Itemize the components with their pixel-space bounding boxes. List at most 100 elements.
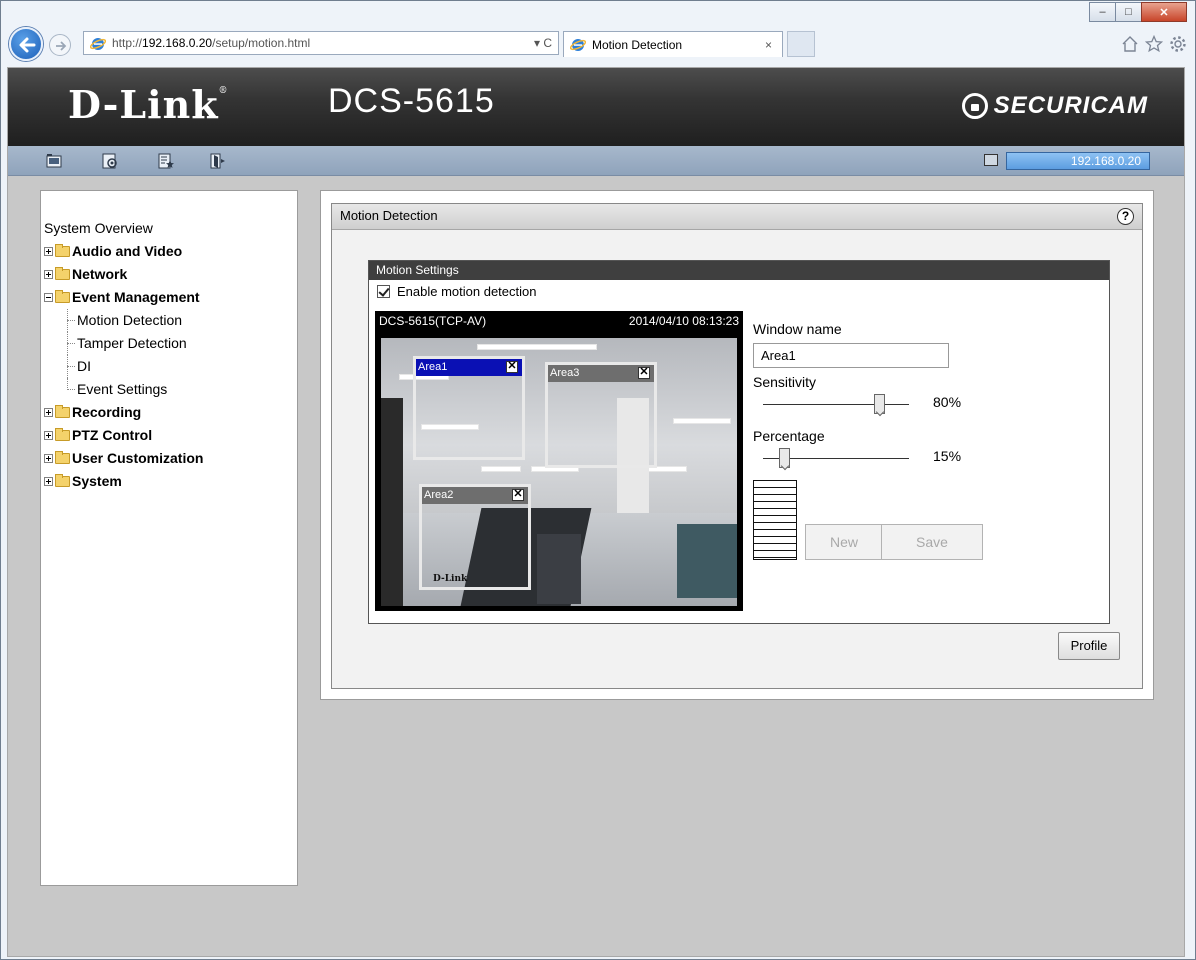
expand-icon[interactable] <box>44 247 53 256</box>
securicam-logo: SECURICAM <box>961 92 1148 120</box>
url-text: http://192.168.0.20/setup/motion.html <box>112 36 311 50</box>
sidebar-item-di[interactable]: DI <box>41 355 297 378</box>
window-name-label: Window name <box>753 321 842 337</box>
folder-icon <box>55 244 70 257</box>
folder-icon <box>55 474 70 487</box>
collapse-icon[interactable] <box>44 293 53 302</box>
sensitivity-label: Sensitivity <box>753 374 817 390</box>
camera-name-text: DCS-5615(TCP-AV) <box>379 314 487 328</box>
expand-icon[interactable] <box>44 270 53 279</box>
window-caption-buttons: – □ ✕ <box>1089 2 1187 22</box>
model-name: DCS-5615 <box>328 82 495 120</box>
ceiling-light <box>673 418 731 424</box>
window-name-input[interactable] <box>753 343 949 368</box>
percentage-value: 15% <box>933 448 962 464</box>
help-icon[interactable]: ? <box>1117 208 1134 225</box>
panel-title: Motion Detection ? <box>332 204 1142 230</box>
motion-area-3[interactable]: Area3 ✕ <box>545 362 657 468</box>
folder-icon <box>55 405 70 418</box>
content-area: Motion Detection ? Motion Settings Enabl… <box>320 190 1154 700</box>
new-tab-button[interactable] <box>787 31 815 57</box>
settings-icon[interactable] <box>1169 35 1187 53</box>
ie-favicon-icon <box>570 39 586 51</box>
video-timestamp: 2014/04/10 08:13:23 <box>628 314 739 328</box>
sidebar-item-recording[interactable]: Recording <box>41 401 297 424</box>
expand-icon[interactable] <box>44 454 53 463</box>
address-bar[interactable]: http://192.168.0.20/setup/motion.html ▾ … <box>83 31 559 55</box>
maximize-button[interactable]: □ <box>1115 2 1142 22</box>
area-close-icon[interactable]: ✕ <box>638 367 650 379</box>
enable-motion-label: Enable motion detection <box>397 284 537 299</box>
camera-ip-display: 192.168.0.20 <box>1006 152 1150 170</box>
enable-motion-detection[interactable]: Enable motion detection <box>377 284 536 299</box>
folder-icon <box>55 451 70 464</box>
sidebar-item-motion-detection[interactable]: Motion Detection <box>41 309 297 332</box>
sensitivity-slider[interactable]: 80% <box>753 390 1103 420</box>
camera-header: D-Link® DCS-5615 SECURICAM <box>8 68 1184 146</box>
setup-icon[interactable] <box>102 153 118 169</box>
expand-icon[interactable] <box>44 431 53 440</box>
percentage-slider-thumb[interactable] <box>779 448 791 468</box>
motion-level-meter <box>753 480 797 560</box>
forward-button[interactable] <box>49 34 71 56</box>
percentage-label: Percentage <box>753 428 825 444</box>
expand-icon[interactable] <box>44 477 53 486</box>
close-window-button[interactable]: ✕ <box>1141 2 1187 22</box>
back-arrow-icon <box>19 37 36 53</box>
motion-settings-title: Motion Settings <box>369 261 1109 280</box>
tab-title: Motion Detection <box>592 38 683 52</box>
sidebar-item-event-management[interactable]: Event Management <box>41 286 297 309</box>
partition <box>677 524 737 598</box>
dlink-logo: D-Link® <box>68 82 229 127</box>
tab-close-button[interactable]: × <box>765 32 772 58</box>
area-close-icon[interactable]: ✕ <box>512 489 524 501</box>
expand-icon[interactable] <box>44 408 53 417</box>
motion-settings-box: Motion Settings Enable motion detection … <box>368 260 1110 624</box>
folder-icon <box>55 267 70 280</box>
page-viewport: D-Link® DCS-5615 SECURICAM 192.168.0.20 … <box>7 67 1185 957</box>
address-controls[interactable]: ▾ C <box>534 32 552 54</box>
sensitivity-value: 80% <box>933 394 962 410</box>
folder-open-icon <box>55 290 70 303</box>
lock-icon <box>961 93 988 119</box>
maintenance-icon[interactable] <box>158 153 174 169</box>
new-area-button[interactable]: New <box>805 524 883 560</box>
ceiling-light <box>481 466 521 472</box>
tab-motion-detection[interactable]: Motion Detection × <box>563 31 783 57</box>
minimize-button[interactable]: – <box>1089 2 1116 22</box>
monitor-icon <box>984 154 998 166</box>
area-settings: Window name Sensitivity 80% Percentage <box>753 321 1103 562</box>
sidebar-item-network[interactable]: Network <box>41 263 297 286</box>
back-button[interactable] <box>9 27 43 61</box>
forward-arrow-icon <box>56 41 67 51</box>
folder-icon <box>55 428 70 441</box>
sidebar-item-system-overview[interactable]: System Overview <box>41 217 297 240</box>
motion-detection-panel: Motion Detection ? Motion Settings Enabl… <box>331 203 1143 689</box>
sidebar-item-audio-and-video[interactable]: Audio and Video <box>41 240 297 263</box>
motion-area-1[interactable]: Area1 ✕ <box>413 356 525 460</box>
sensitivity-slider-thumb[interactable] <box>874 394 886 414</box>
favorites-icon[interactable] <box>1145 35 1163 53</box>
cabinet <box>537 534 581 604</box>
motion-area-2[interactable]: Area2 ✕ <box>419 484 531 590</box>
browser-tool-icons <box>1121 35 1187 53</box>
profile-button[interactable]: Profile <box>1058 632 1120 660</box>
percentage-slider[interactable]: 15% <box>753 444 1103 474</box>
home-icon[interactable] <box>1121 35 1139 53</box>
sidebar-item-system[interactable]: System <box>41 470 297 493</box>
enable-motion-checkbox[interactable] <box>377 285 390 298</box>
sidebar-item-tamper-detection[interactable]: Tamper Detection <box>41 332 297 355</box>
video-preview: DCS-5615(TCP-AV) 2014/04/10 08:13:23 D-L… <box>375 311 743 611</box>
camera-scene[interactable]: D-Link Area1 ✕ Area3 ✕ Area2 ✕ <box>381 338 737 606</box>
video-overlay-bar: DCS-5615(TCP-AV) 2014/04/10 08:13:23 <box>375 311 743 332</box>
area-controls: New Save <box>753 480 1103 562</box>
live-video-icon[interactable] <box>46 153 62 169</box>
browser-window: – □ ✕ http://192.168.0.20/setup/motion.h… <box>0 0 1196 960</box>
logout-icon[interactable] <box>210 153 226 169</box>
ceiling-light <box>477 344 597 350</box>
sidebar-item-event-settings[interactable]: Event Settings <box>41 378 297 401</box>
save-area-button[interactable]: Save <box>881 524 983 560</box>
area-close-icon[interactable]: ✕ <box>506 361 518 373</box>
sidebar-item-ptz-control[interactable]: PTZ Control <box>41 424 297 447</box>
sidebar-item-user-customization[interactable]: User Customization <box>41 447 297 470</box>
